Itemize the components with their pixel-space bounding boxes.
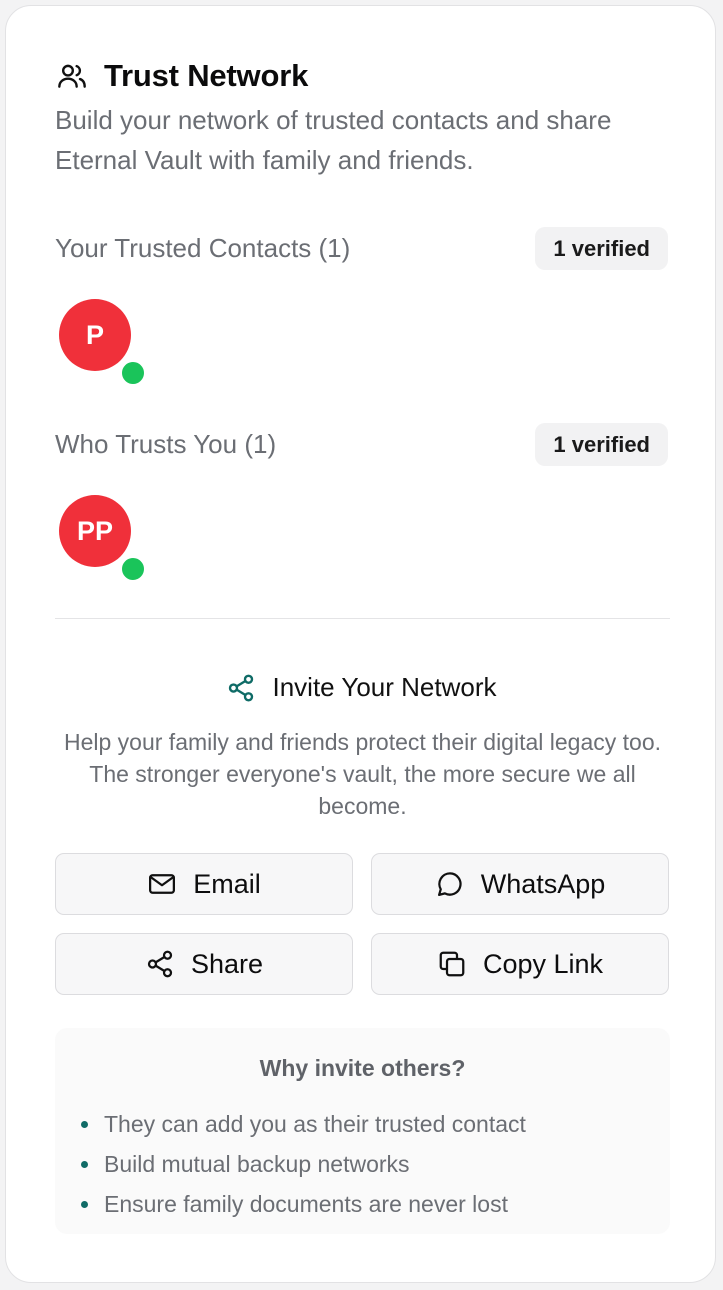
share-nodes-icon: [147, 950, 173, 978]
mail-icon: [149, 874, 176, 894]
copy-icon: [439, 951, 465, 977]
verified-status-dot: [119, 359, 147, 387]
invite-description: Help your family and friends protect the…: [63, 729, 662, 819]
trusted-contact-avatar[interactable]: P: [59, 299, 147, 387]
invite-header: Invite Your Network: [6, 672, 717, 703]
list-item: They can add you as their trusted contac…: [81, 1104, 526, 1144]
section-divider: [55, 618, 670, 619]
invite-title: Invite Your Network: [272, 672, 497, 702]
copy-link-button-label: Copy Link: [482, 948, 604, 979]
card-subtitle: Build your network of trusted contacts a…: [55, 105, 612, 175]
share-nodes-icon: [229, 674, 254, 701]
email-button-label: Email: [193, 868, 261, 899]
trusted-contacts-label: Your Trusted Contacts (1): [55, 233, 351, 263]
avatar: P: [59, 299, 131, 371]
verified-status-dot: [119, 555, 147, 583]
trust-network-card: Trust Network Build your network of trus…: [5, 5, 716, 1283]
copy-link-button[interactable]: Copy Link: [371, 933, 669, 995]
users-icon: [58, 64, 86, 88]
who-trusts-you-label: Who Trusts You (1): [55, 429, 277, 459]
share-button-label: Share: [190, 948, 264, 979]
truster-avatar[interactable]: PP: [59, 495, 147, 583]
whatsapp-invite-button[interactable]: WhatsApp: [371, 853, 669, 915]
email-invite-button[interactable]: Email: [55, 853, 353, 915]
why-invite-title: Why invite others?: [259, 1055, 466, 1081]
avatar: PP: [59, 495, 131, 567]
share-invite-button[interactable]: Share: [55, 933, 353, 995]
card-header: Trust Network: [56, 58, 308, 94]
why-invite-box: Why invite others? They can add you as t…: [55, 1028, 670, 1234]
list-item: Build mutual backup networks: [81, 1144, 526, 1184]
trusted-contacts-verified-badge: 1 verified: [535, 227, 668, 270]
list-item: Ensure family documents are never lost: [81, 1184, 526, 1224]
card-title: Trust Network: [104, 58, 309, 93]
why-invite-list: They can add you as their trusted contac…: [81, 1104, 526, 1224]
whatsapp-button-label: WhatsApp: [480, 868, 606, 899]
who-trusts-you-verified-badge: 1 verified: [535, 423, 668, 466]
chat-bubble-icon: [437, 872, 462, 896]
